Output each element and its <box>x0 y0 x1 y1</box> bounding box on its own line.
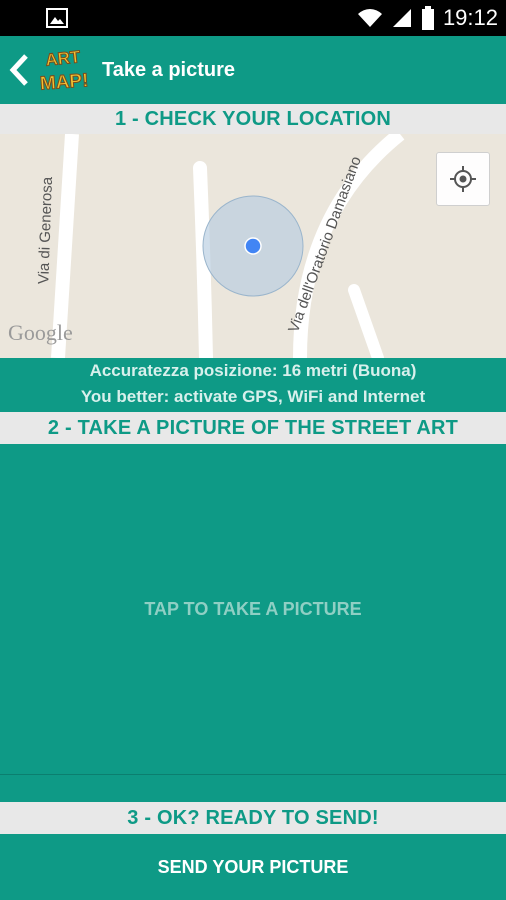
send-picture-button[interactable]: SEND YOUR PICTURE <box>0 834 506 900</box>
page-title: Take a picture <box>102 58 236 81</box>
wifi-icon <box>357 9 382 27</box>
section-header-location: 1 - CHECK YOUR LOCATION <box>0 104 506 134</box>
send-picture-label: SEND YOUR PICTURE <box>157 856 349 877</box>
signal-icon <box>392 9 411 27</box>
app-logo: ART MAP! <box>39 47 88 95</box>
google-attribution: Google <box>8 320 73 345</box>
gallery-notification-icon <box>46 8 68 28</box>
svg-text:MAP!: MAP! <box>39 70 88 94</box>
crosshair-icon <box>450 166 476 192</box>
map-view[interactable]: Via di Generosa Via dell'Oratorio Damasi… <box>0 134 506 358</box>
status-bar: 19:12 <box>0 0 506 36</box>
location-accuracy: Accuratezza posizione: 16 metri (Buona) … <box>0 358 506 412</box>
accuracy-hint: You better: activate GPS, WiFi and Inter… <box>80 387 426 406</box>
chevron-left-icon <box>9 54 28 86</box>
svg-text:ART: ART <box>45 47 82 70</box>
clock: 19:12 <box>442 5 498 30</box>
take-picture-label: TAP TO TAKE A PICTURE <box>144 598 362 619</box>
back-button[interactable] <box>4 36 34 104</box>
app-bar: ART MAP! Take a picture <box>0 36 506 104</box>
accuracy-text: Accuratezza posizione: 16 metri (Buona) <box>89 361 417 380</box>
battery-icon <box>421 6 434 30</box>
section-header-picture: 2 - TAKE A PICTURE OF THE STREET ART <box>0 412 506 444</box>
divider <box>0 774 506 775</box>
take-picture-area[interactable]: TAP TO TAKE A PICTURE <box>0 444 506 774</box>
my-location-button[interactable] <box>436 152 490 206</box>
section-header-send: 3 - OK? READY TO SEND! <box>0 802 506 834</box>
map-streets <box>51 134 405 358</box>
